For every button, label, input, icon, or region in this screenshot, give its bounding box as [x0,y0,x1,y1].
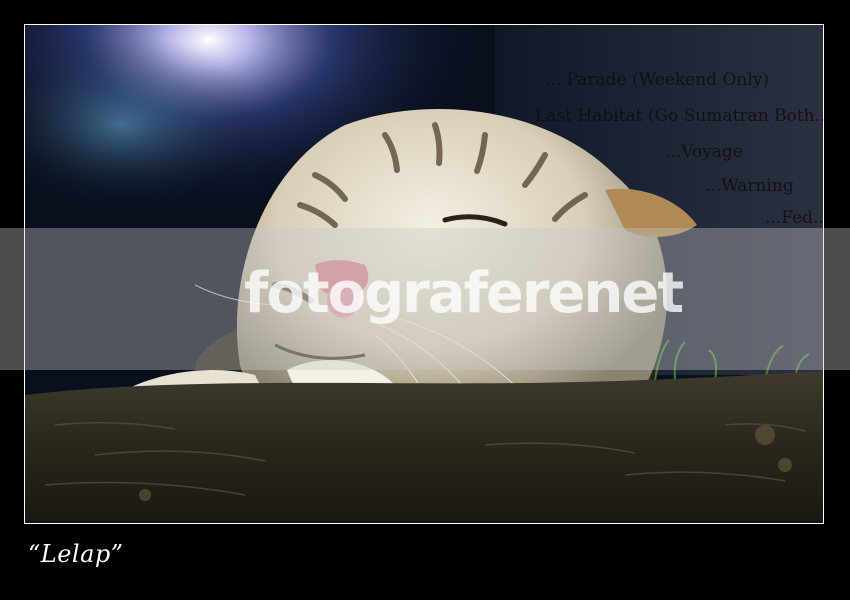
sign-line-4: ...Warning [705,176,794,196]
tiger-photo: ... Parade (Weekend Only) Last Habitat (… [25,25,823,523]
photo-frame: ... Parade (Weekend Only) Last Habitat (… [24,24,824,524]
sign-line-5: ...Fed... [765,208,823,228]
sign-line-1: ... Parade (Weekend Only) [545,70,769,90]
photo-caption: “Lelap” [28,540,124,568]
sign-line-2: Last Habitat (Go Sumatran Both... [535,106,823,126]
sign-line-3: ...Voyage [665,142,743,162]
